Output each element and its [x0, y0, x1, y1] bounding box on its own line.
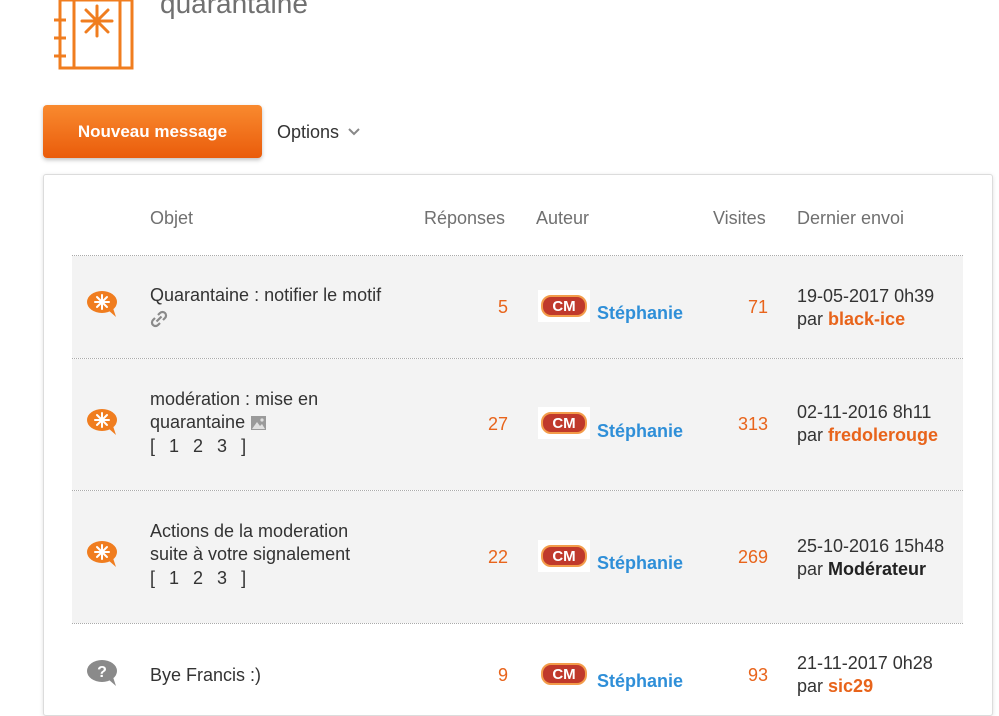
cm-badge-icon: CM: [538, 290, 590, 322]
last-post-by-label: par: [797, 309, 824, 329]
pagination-open-bracket: [: [150, 568, 156, 588]
pagination: [ 1 2 3 ]: [150, 435, 410, 458]
page-link-2[interactable]: 2: [193, 567, 203, 590]
author-link[interactable]: Stéphanie: [597, 421, 683, 442]
topic-subject-link[interactable]: Bye Francis :): [150, 664, 410, 687]
visits-count: 93: [747, 665, 768, 685]
new-message-button[interactable]: Nouveau message: [43, 105, 262, 158]
column-header-last-post: Dernier envoi: [797, 208, 905, 228]
cm-badge-text: CM: [552, 666, 575, 683]
last-post-user-link[interactable]: black-ice: [828, 309, 905, 329]
last-post-user-link[interactable]: fredolerouge: [828, 425, 938, 445]
cm-badge-text: CM: [552, 298, 575, 315]
topic-title-line1: Actions de la moderation: [150, 521, 349, 541]
orange-speech-bubble-icon: [86, 289, 120, 319]
cm-badge-icon: CM: [538, 658, 590, 690]
topic-subject-link[interactable]: Quarantaine : notifier le motif: [150, 284, 410, 330]
table-row: Quarantaine : notifier le motif 5 CM Sté…: [72, 256, 963, 358]
options-dropdown[interactable]: Options: [277, 120, 361, 144]
table-row: ? Bye Francis :) 9 CM Stéphanie 93 21-11…: [72, 624, 963, 700]
page-link-1[interactable]: 1: [169, 435, 179, 458]
page-link-1[interactable]: 1: [169, 567, 179, 590]
orange-speech-bubble-icon: [86, 407, 120, 437]
pagination: [ 1 2 3 ]: [150, 567, 410, 590]
last-post: 21-11-2017 0h28 par sic29: [797, 652, 933, 698]
options-label: Options: [277, 121, 340, 142]
last-post-date: 19-05-2017 0h39: [797, 286, 935, 306]
svg-text:?: ?: [97, 664, 107, 681]
pagination-close-bracket: ]: [241, 568, 247, 588]
last-post-date: 25-10-2016 15h48: [797, 536, 945, 556]
last-post-date: 21-11-2017 0h28: [797, 653, 933, 673]
last-post-by-label: par: [797, 425, 824, 445]
quarantine-logo-icon: [52, 0, 136, 70]
column-header-replies: Réponses: [424, 208, 506, 228]
page-title: quarantaine: [160, 0, 308, 19]
visits-count: 313: [737, 414, 768, 434]
last-post: 19-05-2017 0h39 par black-ice: [797, 285, 934, 331]
author-link[interactable]: Stéphanie: [597, 303, 683, 324]
page-link-2[interactable]: 2: [193, 435, 203, 458]
last-post: 25-10-2016 15h48 par Modérateur: [797, 535, 944, 581]
column-header-author: Auteur: [536, 208, 590, 228]
topic-title-line1: modération : mise en: [150, 389, 319, 409]
cm-badge-icon: CM: [538, 407, 590, 439]
last-post-by-label: par: [797, 559, 824, 579]
author-link[interactable]: Stéphanie: [597, 553, 683, 574]
last-post: 02-11-2016 8h11 par fredolerouge: [797, 401, 938, 447]
table-row: modération : mise en quarantaine [ 1 2 3…: [72, 359, 963, 490]
replies-count: 27: [487, 414, 508, 434]
topic-title: Quarantaine : notifier le motif: [150, 285, 382, 305]
pagination-open-bracket: [: [150, 436, 156, 456]
last-post-date: 02-11-2016 8h11: [797, 402, 932, 422]
topic-title: Bye Francis :): [150, 665, 262, 685]
visits-count: 71: [747, 297, 768, 317]
replies-count: 5: [497, 297, 508, 317]
visits-count: 269: [737, 547, 768, 567]
grey-question-bubble-icon: ?: [86, 658, 120, 688]
column-header-visits: Visites: [713, 208, 766, 228]
author-link[interactable]: Stéphanie: [597, 671, 683, 692]
replies-count: 22: [487, 547, 508, 567]
last-post-user-link[interactable]: Modérateur: [828, 559, 926, 579]
topic-title-line2: quarantaine: [150, 412, 246, 432]
replies-count: 9: [497, 665, 508, 685]
column-header-subject: Objet: [150, 208, 194, 228]
page-link-3[interactable]: 3: [217, 435, 227, 458]
chevron-down-icon: [348, 128, 360, 136]
cm-badge-text: CM: [552, 415, 575, 432]
orange-speech-bubble-icon: [86, 539, 120, 569]
cm-badge-text: CM: [552, 548, 575, 565]
topic-title-line2: suite à votre signalement: [150, 544, 351, 564]
topic-subject-link[interactable]: Actions de la moderation suite à votre s…: [150, 520, 410, 590]
cm-badge-icon: CM: [538, 540, 590, 572]
last-post-user-link[interactable]: sic29: [828, 676, 873, 696]
link-icon: [150, 311, 168, 328]
page-link-3[interactable]: 3: [217, 567, 227, 590]
topic-subject-link[interactable]: modération : mise en quarantaine [ 1 2 3…: [150, 388, 410, 458]
table-row: Actions de la moderation suite à votre s…: [72, 491, 963, 623]
pagination-close-bracket: ]: [241, 436, 247, 456]
image-icon: [251, 416, 267, 431]
last-post-by-label: par: [797, 676, 824, 696]
